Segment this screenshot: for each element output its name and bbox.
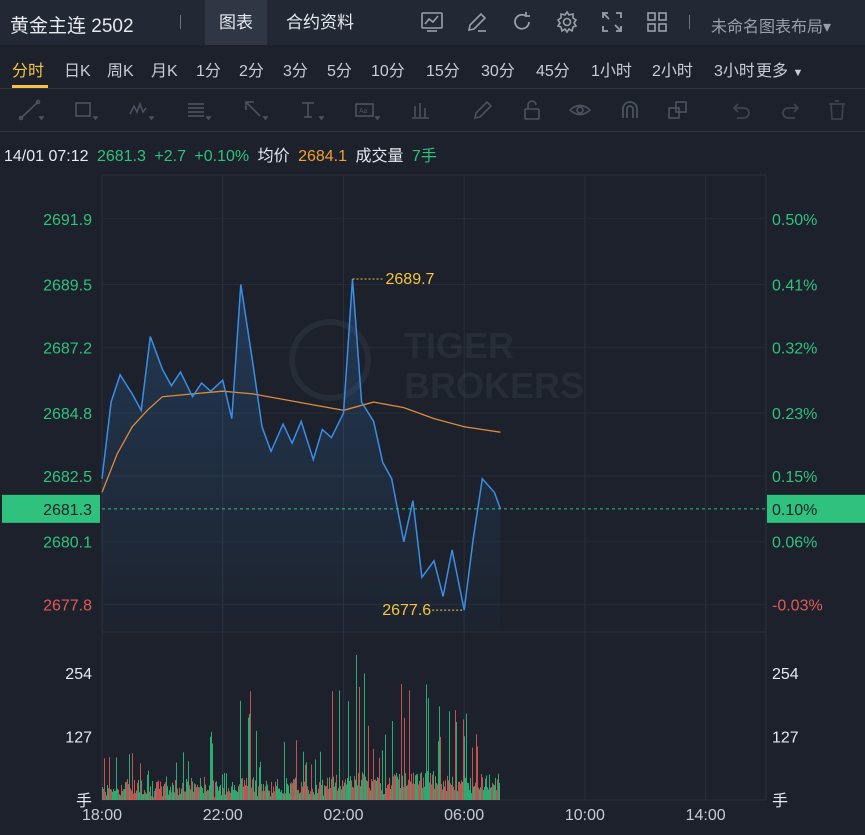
watermark: TIGER BROKERS — [289, 319, 584, 406]
price-tick-label: 2691.9 — [43, 212, 92, 229]
contract-title: 黄金主连 2502 — [10, 16, 134, 37]
high-price-label: 2689.7 — [386, 271, 435, 288]
price-tick-label: 2680.1 — [43, 535, 92, 552]
refresh-icon[interactable] — [510, 10, 534, 34]
wave-pattern-icon[interactable] — [128, 98, 154, 122]
title-divider — [180, 15, 181, 29]
volume-bars — [102, 654, 500, 800]
current-price-badge-text: 2681.3 — [43, 502, 92, 519]
text-cursor-icon[interactable] — [298, 98, 324, 122]
magnet-icon[interactable] — [618, 98, 644, 122]
watermark-line2: BROKERS — [404, 365, 584, 406]
pct-tick-label: 0.32% — [772, 340, 817, 357]
time-tick-label: 02:00 — [323, 807, 363, 824]
price-tick-label: 2682.5 — [43, 469, 92, 486]
trend-line-icon[interactable] — [18, 98, 44, 122]
period-5min[interactable]: 5分 — [327, 57, 352, 81]
top-bar: 黄金主连 2502 图表 合约资料 未命名图表布局▾ — [0, 0, 865, 46]
arrow-icon[interactable] — [242, 98, 268, 122]
active-period-underline — [12, 85, 48, 88]
more-label: 更多 — [756, 63, 789, 80]
volume-tick-right: 手 — [772, 792, 788, 810]
period-day[interactable]: 日K — [64, 57, 91, 81]
price-tick-label: 2687.2 — [43, 340, 92, 357]
current-price-badge-left: 2681.3 — [2, 494, 100, 523]
price-axis-left: 2691.9 2689.5 2687.2 2684.8 2682.5 2680.1 2677… — [43, 212, 92, 615]
drawing-toolbar: Aa — [0, 89, 865, 132]
rectangle-icon[interactable] — [72, 98, 98, 122]
time-tick-label: 06:00 — [444, 807, 484, 824]
layout-dropdown[interactable]: 未命名图表布局▾ — [711, 13, 831, 37]
grid-layout-icon[interactable] — [645, 10, 669, 34]
period-2min[interactable]: 2分 — [239, 57, 264, 81]
indicator-chart-icon[interactable] — [420, 10, 444, 34]
redo-icon[interactable] — [778, 98, 804, 122]
time-tick-label: 22:00 — [203, 807, 243, 824]
period-month[interactable]: 月K — [151, 57, 178, 81]
bar-tool-icon[interactable] — [410, 98, 436, 122]
time-axis: 18:00 22:00 02:00 06:00 10:00 14:00 — [82, 807, 726, 824]
fibonacci-icon[interactable] — [185, 98, 211, 122]
period-1hour[interactable]: 1小时 — [591, 57, 632, 81]
undo-icon[interactable] — [728, 98, 754, 122]
price-tick-label: 2677.8 — [43, 598, 92, 615]
period-30min[interactable]: 30分 — [481, 57, 515, 81]
watermark-line1: TIGER — [404, 325, 514, 366]
period-10min[interactable]: 10分 — [371, 57, 405, 81]
pct-tick-label: 0.23% — [772, 406, 817, 423]
pct-tick-label: 0.41% — [772, 277, 817, 294]
quote-info-line: 14/01 07:12 2681.3 +2.7 +0.10% 均价 2684.1… — [4, 142, 441, 166]
volume-tick-left: 127 — [65, 730, 92, 747]
period-intraday[interactable]: 分时 — [12, 57, 44, 81]
time-tick-label: 10:00 — [565, 807, 605, 824]
caret-down-icon: ▼ — [792, 67, 804, 79]
fullscreen-icon[interactable] — [600, 10, 624, 34]
current-pct-badge-right: 0.10% — [767, 494, 865, 523]
tab-chart[interactable]: 图表 — [205, 0, 267, 45]
volume-tick-left: 手 — [76, 792, 92, 810]
volume-tick-right: 127 — [772, 730, 799, 747]
layout-divider — [689, 15, 690, 29]
pencil-icon[interactable] — [465, 10, 489, 34]
quote-change-pct: +0.10% — [194, 148, 250, 165]
avg-price-value: 2684.1 — [298, 148, 347, 165]
eye-icon[interactable] — [568, 98, 594, 122]
volume-tick-right: 254 — [772, 666, 799, 683]
pct-tick-label: -0.03% — [772, 598, 823, 615]
price-tick-label: 2689.5 — [43, 277, 92, 294]
pct-tick-label: 0.06% — [772, 535, 817, 552]
layers-icon[interactable] — [666, 98, 692, 122]
low-price-label: 2677.6 — [382, 602, 431, 619]
current-pct-badge-text: 0.10% — [772, 502, 817, 519]
volume-label: 成交量 — [355, 148, 404, 165]
time-tick-label: 14:00 — [686, 807, 726, 824]
trash-icon[interactable] — [825, 98, 851, 122]
tab-contract-info[interactable]: 合约资料 — [272, 0, 368, 45]
avg-price-label: 均价 — [257, 148, 290, 165]
quote-change: +2.7 — [154, 148, 186, 165]
period-more-dropdown[interactable]: 更多 ▼ — [756, 57, 803, 81]
pct-tick-label: 0.15% — [772, 469, 817, 486]
pct-tick-label: 0.50% — [772, 212, 817, 229]
period-3min[interactable]: 3分 — [283, 57, 308, 81]
price-tick-label: 2684.8 — [43, 406, 92, 423]
period-1min[interactable]: 1分 — [196, 57, 221, 81]
period-45min[interactable]: 45分 — [536, 57, 570, 81]
period-week[interactable]: 周K — [107, 57, 134, 81]
quote-price: 2681.3 — [96, 148, 146, 165]
volume-value: 7手 — [411, 148, 437, 165]
pct-axis-right: 0.50% 0.41% 0.32% 0.23% 0.15% 0.06% -0.03% — [772, 212, 823, 615]
period-2hour[interactable]: 2小时 — [652, 57, 693, 81]
svg-text:Aa: Aa — [359, 108, 368, 115]
period-15min[interactable]: 15分 — [426, 57, 460, 81]
quote-time: 14/01 07:12 — [4, 148, 89, 165]
volume-tick-left: 254 — [65, 666, 92, 683]
period-3hour[interactable]: 3小时 — [714, 57, 754, 81]
text-box-icon[interactable]: Aa — [354, 98, 380, 122]
gear-icon[interactable] — [555, 10, 579, 34]
lock-icon[interactable] — [520, 98, 546, 122]
period-bar: 分时 日K 周K 月K 1分 2分 3分 5分 10分 15分 30分 45分 … — [0, 45, 865, 89]
intraday-chart[interactable]: TIGER BROKERS 2689.7 2677.6 2691.9 2689.5… — [0, 170, 865, 835]
brush-icon[interactable] — [470, 98, 496, 122]
